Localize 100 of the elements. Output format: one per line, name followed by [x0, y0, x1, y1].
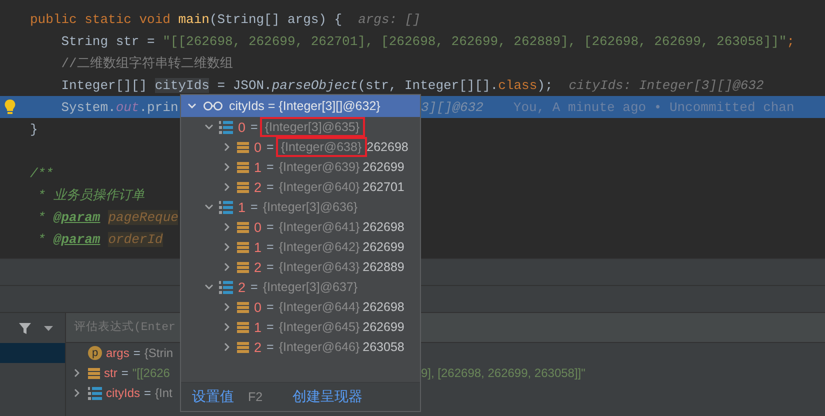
chevron-right-icon[interactable] [222, 262, 232, 272]
filter-icon[interactable] [18, 321, 32, 335]
chevron-right-icon[interactable] [222, 182, 232, 192]
code-text: pageReque [108, 210, 178, 224]
variable-name: cityIds [106, 386, 140, 400]
array-icon [88, 386, 102, 400]
value-label: 262699 [362, 160, 404, 174]
chevron-down-icon[interactable] [187, 101, 197, 111]
index-label: 1 [238, 200, 246, 214]
index-label: 2 [238, 280, 246, 294]
inline-hint: args: [] [358, 12, 420, 26]
field-icon [237, 182, 249, 192]
type-label: {Integer@642} [278, 240, 360, 254]
inline-hint: cityIds: Integer[3][]@632 [568, 78, 764, 92]
type-label: {Integer[3]@637} [262, 280, 358, 294]
field-icon [237, 142, 249, 152]
equals-sign: = [250, 120, 258, 134]
equals-sign: = [266, 340, 274, 354]
chevron-down-icon[interactable] [204, 202, 214, 212]
value-label: 262699 [362, 240, 404, 254]
chevron-right-icon[interactable] [72, 368, 82, 378]
code-text: .prin [139, 100, 178, 114]
chevron-right-icon[interactable] [222, 162, 232, 172]
value-label: 262699 [362, 320, 404, 334]
code-text: @param [53, 232, 100, 246]
code-text: System. [60, 100, 116, 114]
code-text: cityIds [154, 78, 210, 92]
variable-value: {Int [155, 386, 172, 400]
chevron-right-icon[interactable] [72, 388, 82, 398]
code-text: } [30, 122, 38, 136]
code-text: * [36, 210, 47, 224]
equals-sign: = [250, 200, 258, 214]
code-text: @param [53, 210, 100, 224]
field-icon [237, 162, 249, 172]
code-text: ); [537, 78, 553, 92]
field-icon [237, 322, 249, 332]
value-label: 262698 [362, 220, 404, 234]
type-label: {Integer@646} [278, 340, 360, 354]
chevron-right-icon[interactable] [222, 142, 232, 152]
equals-sign: = [266, 300, 274, 314]
equals-sign: = [144, 386, 152, 400]
value-label: 262889 [362, 260, 404, 274]
index-label: 1 [254, 240, 262, 254]
code-text: class [498, 78, 538, 92]
code-text: Integer[][] [60, 78, 148, 92]
index-label: 0 [254, 140, 262, 154]
index-label: 2 [254, 260, 262, 274]
value-label: 262698 [366, 140, 408, 154]
code-text: out [116, 100, 140, 114]
equals-sign: = [121, 366, 128, 380]
type-label: {Integer@640} [278, 180, 360, 194]
variable-value: "[[2626 [132, 366, 170, 380]
equals-sign: = [266, 260, 274, 274]
code-text: * 业务员操作订单 [36, 187, 144, 204]
code-text: "[[262698, 262699, 262701], [262698, 262699, 262889], [262698, 262699, 263058]]" [162, 34, 787, 48]
variable-value: {Strin [144, 346, 174, 360]
value-label: 263058 [362, 340, 404, 354]
index-label: 0 [254, 220, 262, 234]
index-label: 2 [254, 180, 262, 194]
chevron-right-icon[interactable] [222, 302, 232, 312]
variable-name: str [104, 366, 118, 380]
caret-icon[interactable] [44, 326, 53, 330]
array-icon [219, 200, 233, 214]
array-icon [219, 280, 233, 294]
code-text: main [178, 12, 210, 26]
chevron-right-icon[interactable] [222, 222, 232, 232]
index-label: 0 [238, 120, 246, 134]
type-label: {Integer[3]@636} [262, 200, 358, 214]
chevron-right-icon[interactable] [222, 322, 232, 332]
code-text: (str, Integer[][]. [358, 78, 498, 92]
code-text: /** [30, 166, 54, 180]
code-text: public static void [30, 12, 172, 26]
field-icon [237, 342, 249, 352]
chevron-down-icon[interactable] [204, 282, 214, 292]
equals-sign: = [266, 140, 274, 154]
value-label: 262701 [362, 180, 404, 194]
action-link[interactable]: 创建呈现器 [292, 388, 363, 406]
variable-value: 9], [262698, 262699, 263058]]" [421, 366, 586, 380]
equals-sign: = [266, 320, 274, 334]
lightbulb-icon[interactable] [4, 99, 16, 115]
chevron-down-icon[interactable] [204, 122, 214, 132]
action-link[interactable]: 设置值 [192, 388, 234, 406]
field-icon [237, 222, 249, 232]
equals-sign: = [250, 280, 258, 294]
equals-sign: = [133, 346, 140, 360]
code-text: = JSON. [216, 78, 272, 92]
field-icon [237, 242, 249, 252]
type-label: {Integer@645} [278, 320, 360, 334]
code-text: parseObject [272, 78, 358, 92]
shortcut-label: F2 [248, 390, 263, 404]
variable-name: args [106, 346, 130, 360]
chevron-right-icon[interactable] [222, 342, 232, 352]
field-icon [237, 302, 249, 312]
type-label: {Integer@644} [278, 300, 360, 314]
equals-sign: = [266, 160, 274, 174]
type-label: {Integer@643} [278, 260, 360, 274]
field-icon [237, 262, 249, 272]
code-text: ; [786, 34, 795, 48]
chevron-right-icon[interactable] [222, 242, 232, 252]
type-label: {Integer@641} [278, 220, 360, 234]
